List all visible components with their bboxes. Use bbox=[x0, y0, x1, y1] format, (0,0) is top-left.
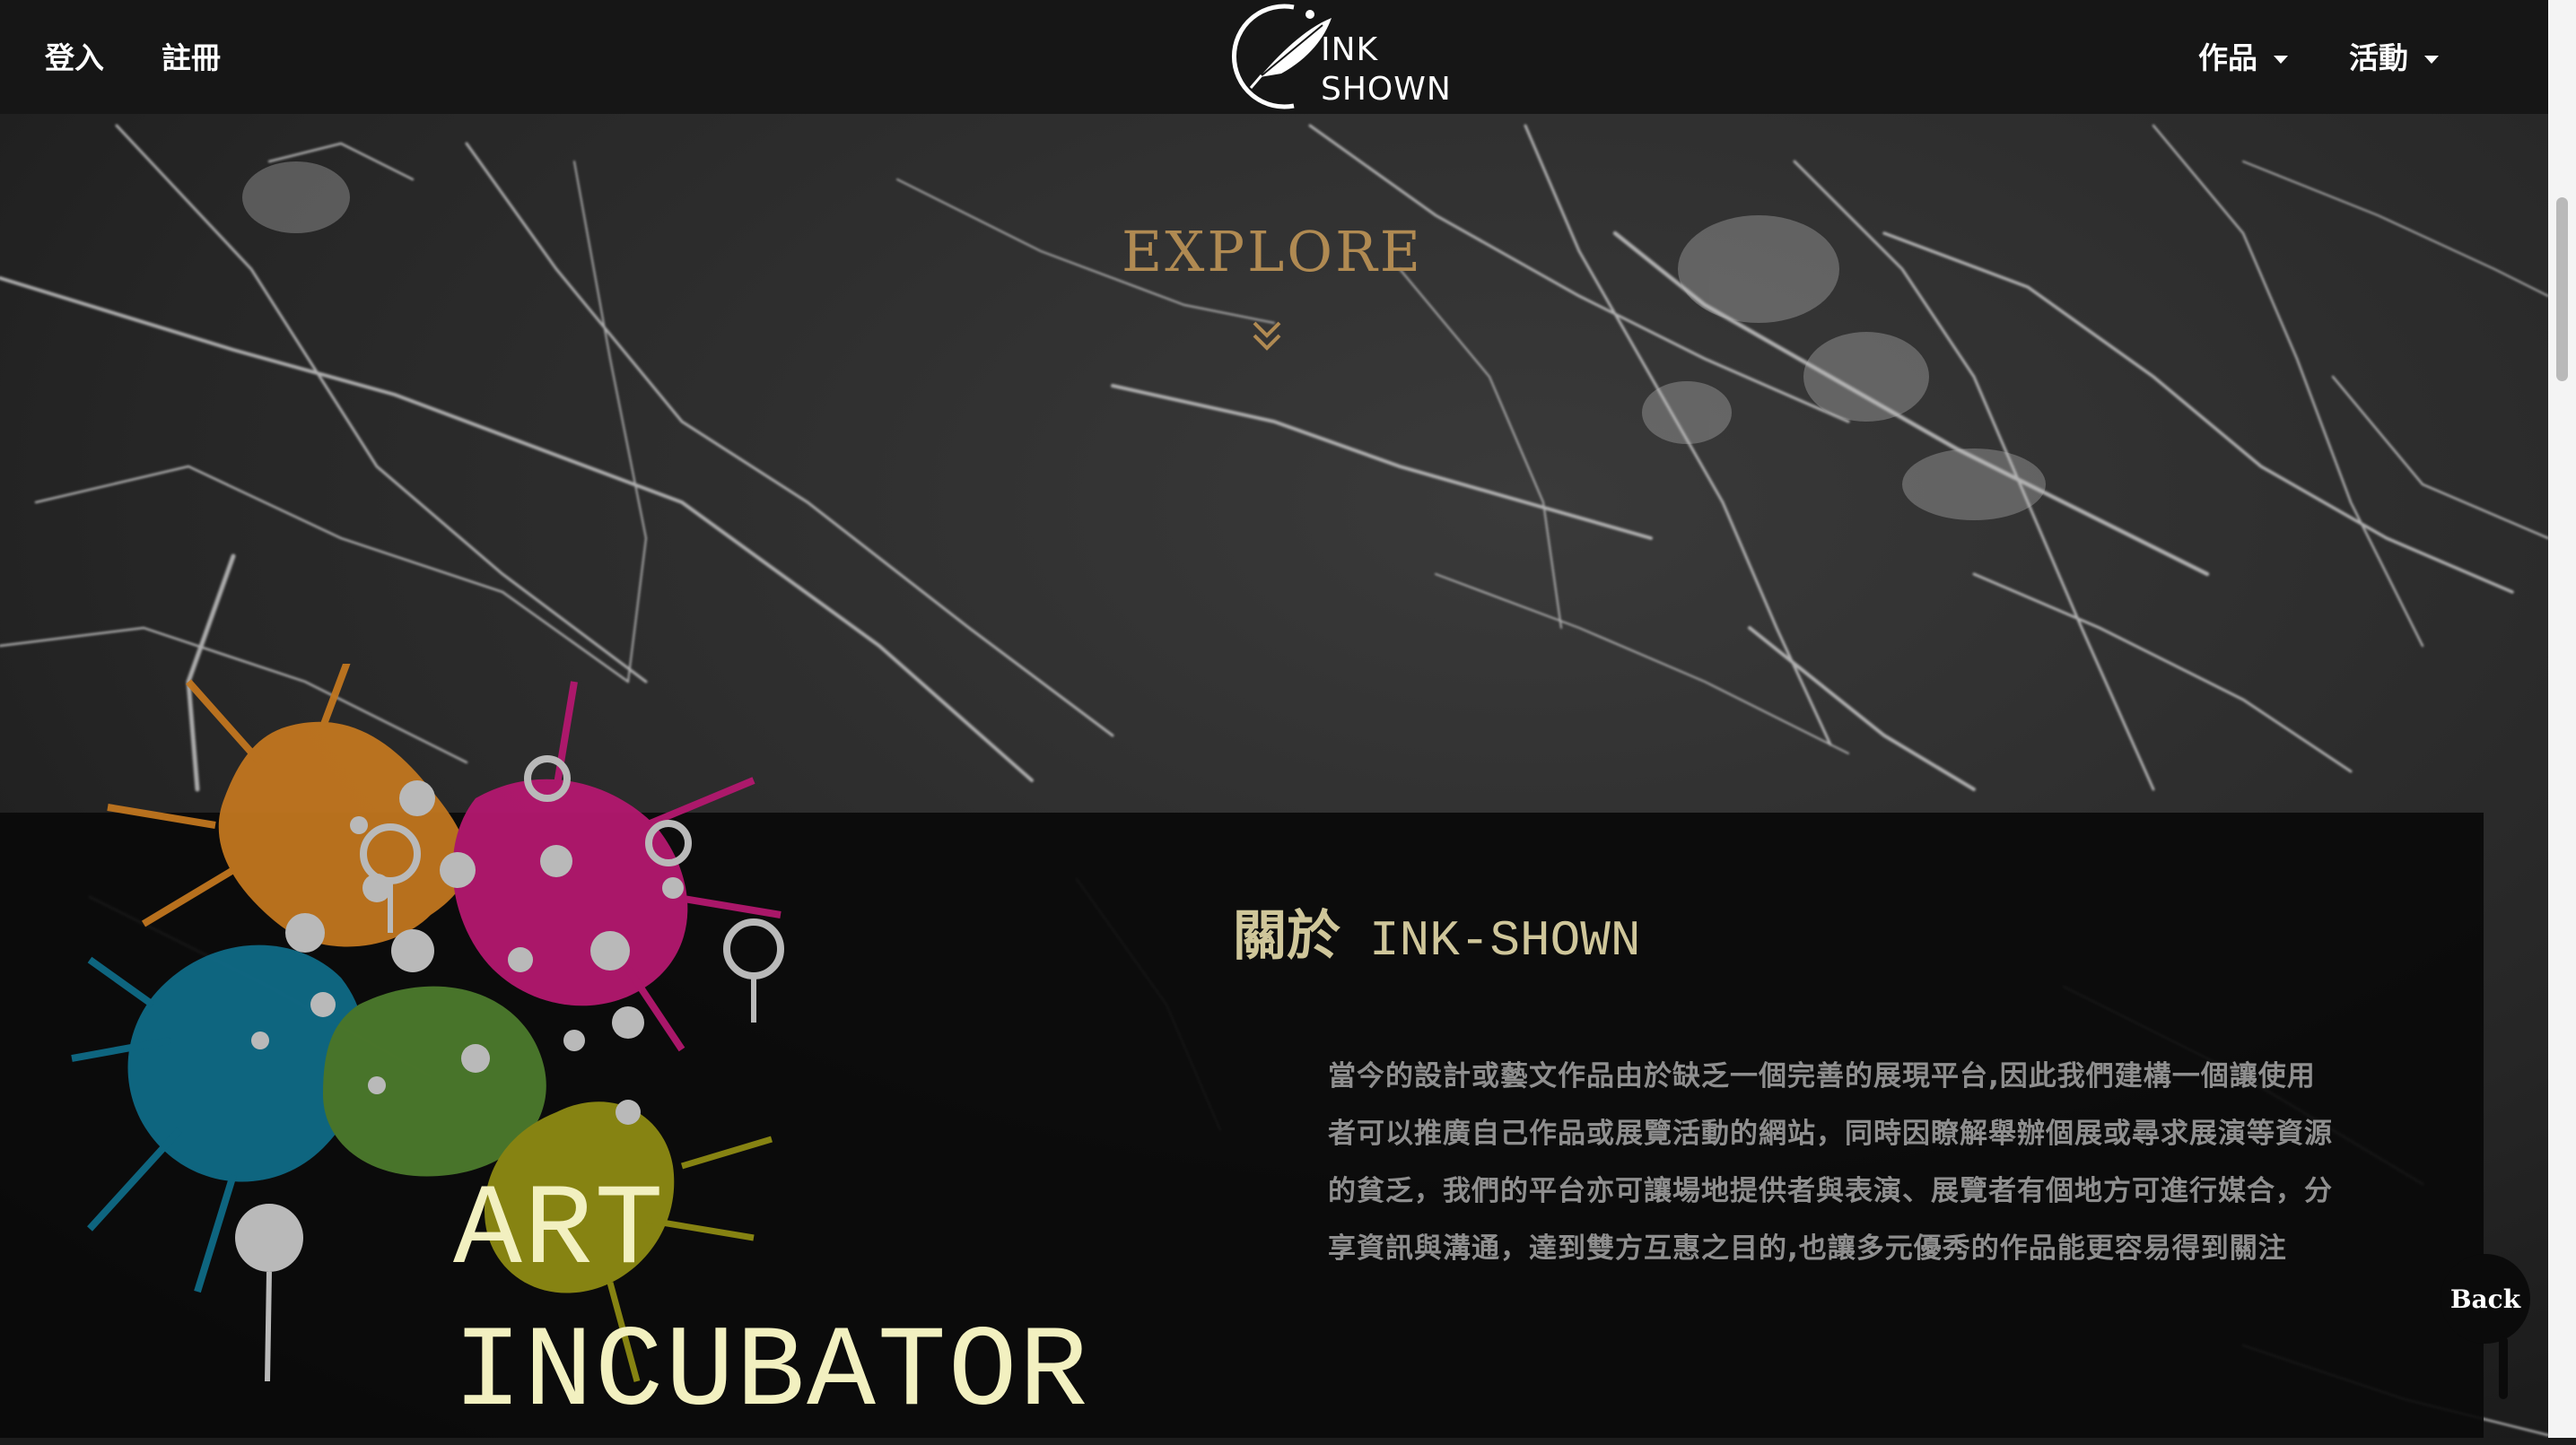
works-dropdown[interactable]: 作品 bbox=[2198, 36, 2288, 81]
art-title-line1: ART bbox=[453, 1167, 666, 1297]
top-navbar: 登入 註冊 INK SHOWN 作品 活動 bbox=[0, 0, 2548, 114]
scrollbar-thumb[interactable] bbox=[2556, 197, 2568, 381]
events-label: 活動 bbox=[2349, 40, 2408, 75]
page-scrollbar[interactable] bbox=[2548, 0, 2576, 1438]
register-link[interactable]: 註冊 bbox=[162, 36, 221, 81]
back-button-drip bbox=[2499, 1336, 2508, 1399]
art-incubator-title: ART INCUBATOR bbox=[453, 1162, 1089, 1445]
caret-down-icon bbox=[2274, 56, 2288, 64]
works-label: 作品 bbox=[2198, 40, 2257, 75]
back-button[interactable]: Back bbox=[2441, 1254, 2530, 1344]
login-link[interactable]: 登入 bbox=[45, 36, 104, 81]
explore-heading[interactable]: EXPLORE bbox=[1122, 219, 1420, 284]
about-heading-zh: 關於 bbox=[1233, 905, 1340, 968]
logo-text-shown: SHOWN bbox=[1321, 71, 1452, 108]
art-title-line2: INCUBATOR bbox=[453, 1309, 1090, 1439]
about-heading-en: INK-SHOWN bbox=[1369, 912, 1641, 970]
double-chevron-down-icon[interactable] bbox=[1252, 316, 1282, 355]
ink-shown-logo[interactable]: INK SHOWN bbox=[1224, 2, 1451, 111]
about-paragraph: 當今的設計或藝文作品由於缺乏一個完善的展現平台,因此我們建構一個讓使用者可以推廣… bbox=[1328, 1060, 2333, 1265]
events-dropdown[interactable]: 活動 bbox=[2349, 36, 2439, 81]
caret-down-icon bbox=[2424, 56, 2439, 64]
logo-text-ink: INK bbox=[1321, 31, 1379, 68]
about-heading: 關於 INK-SHOWN bbox=[1233, 892, 1640, 971]
